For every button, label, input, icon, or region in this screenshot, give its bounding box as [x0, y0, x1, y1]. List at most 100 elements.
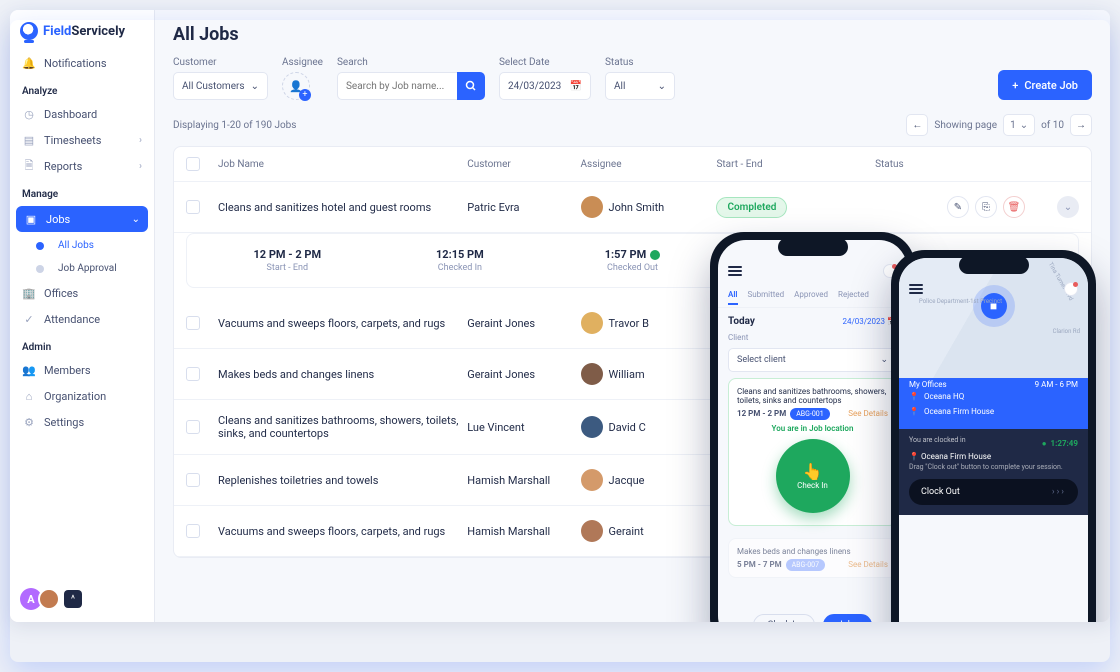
menu-icon[interactable]	[728, 266, 742, 276]
office-item[interactable]: Oceana Firm House	[909, 404, 1078, 419]
row-checkbox[interactable]	[186, 420, 200, 434]
client-select[interactable]: Select client⌄	[728, 348, 897, 372]
cell-job: Replenishes toiletries and towels	[218, 474, 467, 487]
search-button[interactable]	[457, 72, 485, 100]
gear-icon: ⚙	[22, 415, 36, 429]
sidebar-item-reports[interactable]: 🗎Reports›	[10, 153, 154, 179]
clock-status-card: 1:27:49 You are clocked in 📍 Oceana Firm…	[899, 429, 1088, 515]
bell-icon: 🔔	[22, 56, 36, 70]
bell-icon[interactable]	[1064, 282, 1078, 296]
sidebar-item-organization[interactable]: ⌂ Organization	[10, 383, 154, 409]
filter-label: Customer	[173, 57, 268, 68]
building-icon: 🏢	[22, 286, 36, 300]
sidebar-item-settings[interactable]: ⚙ Settings	[10, 409, 154, 435]
sidebar-item-timesheets[interactable]: ▤Timesheets›	[10, 127, 154, 153]
col-startend: Start - End	[716, 159, 875, 170]
label: Job Approval	[58, 263, 117, 274]
job-card-2[interactable]: Makes beds and changes linens 5 PM - 7 P…	[728, 538, 897, 578]
check-in-button[interactable]: 👆Check In	[776, 439, 850, 513]
cell-job: Vacuums and sweeps floors, carpets, and …	[218, 317, 467, 330]
row-checkbox[interactable]	[186, 473, 200, 487]
chevron-down-icon: ⌄	[251, 81, 259, 92]
filter-date: Select Date 24/03/2023📅	[499, 57, 591, 100]
cell-customer: Lue Vincent	[467, 421, 580, 434]
see-details-link[interactable]: See Details	[848, 409, 888, 418]
filter-assignee: Assignee 👤	[282, 57, 323, 100]
avatar[interactable]	[38, 588, 60, 610]
office-item[interactable]: Oceana HQ	[909, 389, 1078, 404]
chevron-down-icon: ⌄	[1020, 120, 1028, 131]
brand-text-2: Servicely	[71, 24, 125, 39]
date-picker[interactable]: 24/03/2023 📅	[842, 317, 897, 326]
job-card[interactable]: Cleans and sanitizes bathrooms, showers,…	[728, 378, 897, 526]
search-input[interactable]	[337, 72, 457, 100]
org-icon: ⌂	[22, 389, 36, 403]
job-time: 5 PM - 7 PM	[737, 560, 782, 569]
calendar-icon: 📅	[570, 81, 582, 92]
select-all-checkbox[interactable]	[186, 157, 200, 171]
row-checkbox[interactable]	[186, 200, 200, 214]
cell-job: Cleans and sanitizes bathrooms, showers,…	[218, 414, 467, 440]
sidebar-item-job-approval[interactable]: Job Approval	[10, 257, 154, 280]
cell-customer: Geraint Jones	[467, 317, 580, 330]
row-checkbox[interactable]	[186, 316, 200, 330]
label: All Jobs	[58, 240, 94, 251]
label: Settings	[44, 416, 84, 429]
brand-text-1: Field	[43, 24, 71, 39]
chevron-right-icon: ›	[139, 135, 142, 146]
status-badge: Completed	[716, 197, 787, 218]
sidebar-item-attendance[interactable]: ✓Attendance	[10, 306, 154, 332]
menu-icon[interactable]	[909, 284, 923, 294]
clock-in-pill[interactable]: Clock In	[753, 614, 815, 622]
job-title: Cleans and sanitizes bathrooms, showers,…	[737, 387, 888, 405]
filter-search: Search	[337, 57, 485, 100]
jobs-pill[interactable]: Jobs	[823, 614, 873, 622]
results-count: Displaying 1-20 of 190 Jobs	[173, 120, 296, 131]
see-details-link[interactable]: See Details	[848, 560, 888, 569]
label: Attendance	[44, 313, 100, 326]
page-select[interactable]: 1⌄	[1003, 114, 1035, 136]
sheet-icon: ▤	[22, 133, 36, 147]
check-ok-icon	[650, 250, 660, 260]
sidebar: FieldServicely 🔔 Notifications Analyze ◷…	[10, 10, 155, 622]
sidebar-item-offices[interactable]: 🏢 Offices	[10, 280, 154, 306]
customer-select[interactable]: All Customers⌄	[173, 72, 268, 100]
main-content: All Jobs Customer All Customers⌄ Assigne…	[155, 10, 1110, 622]
edit-button[interactable]: ✎	[947, 196, 969, 218]
prev-page-button[interactable]: ←	[906, 114, 928, 136]
label: Organization	[44, 390, 106, 403]
expand-button[interactable]: ⌄	[1057, 196, 1079, 218]
tab-approved[interactable]: Approved	[794, 286, 828, 305]
row-checkbox[interactable]	[186, 524, 200, 538]
date-select[interactable]: 24/03/2023📅	[499, 72, 591, 100]
duplicate-button[interactable]: ⎘	[975, 196, 997, 218]
create-job-button[interactable]: +Create Job	[998, 70, 1092, 100]
value: Select client	[737, 355, 786, 365]
job-code-badge: ABG-007	[786, 559, 825, 571]
clocked-in-label: You are clocked in	[909, 436, 1078, 444]
table-row[interactable]: Cleans and sanitizes hotel and guest roo…	[174, 182, 1091, 233]
cell-assignee: Travor B	[609, 317, 649, 330]
tab-all[interactable]: All	[728, 286, 738, 305]
assignee-add-button[interactable]: 👤	[282, 72, 310, 100]
clock-out-slider[interactable]: Clock Out›››	[909, 479, 1078, 505]
filter-label: Assignee	[282, 57, 323, 68]
label: Offices	[44, 287, 78, 300]
briefcase-icon: ▣	[24, 212, 38, 226]
sidebar-item-all-jobs[interactable]: All Jobs	[10, 234, 154, 257]
sidebar-item-members[interactable]: 👥Members	[10, 357, 154, 383]
phone-mockups: All Submitted Approved Rejected Today 24…	[710, 232, 1110, 622]
row-checkbox[interactable]	[186, 367, 200, 381]
tab-submitted[interactable]: Submitted	[748, 286, 785, 305]
sidebar-item-dashboard[interactable]: ◷Dashboard	[10, 101, 154, 127]
next-page-button[interactable]: →	[1070, 114, 1092, 136]
collapse-icon[interactable]: ^	[64, 590, 82, 608]
sidebar-item-jobs[interactable]: ▣Jobs⌄	[16, 206, 148, 232]
tab-rejected[interactable]: Rejected	[838, 286, 869, 305]
my-offices-label: My Offices	[909, 380, 947, 389]
status-select[interactable]: All⌄	[605, 72, 675, 100]
table-header: Job Name Customer Assignee Start - End S…	[174, 147, 1091, 182]
delete-button[interactable]: 🗑	[1003, 196, 1025, 218]
notifications-nav[interactable]: 🔔 Notifications	[10, 50, 154, 76]
pager-of: of 10	[1041, 120, 1064, 131]
